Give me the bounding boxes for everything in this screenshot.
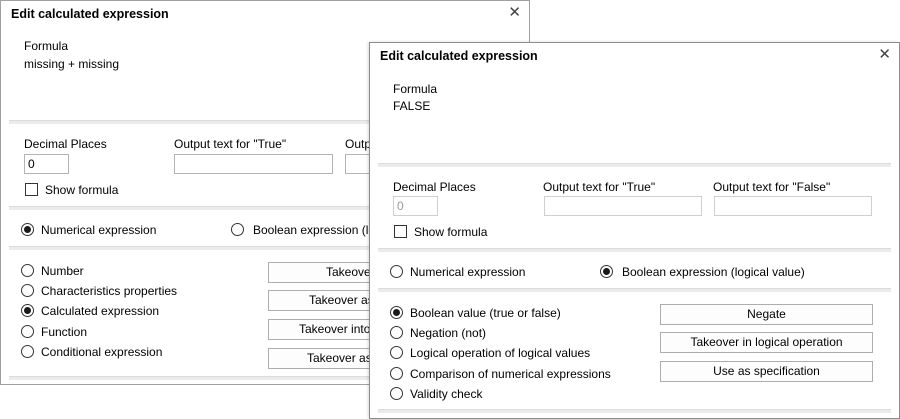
close-icon[interactable]: ✕ [878,45,891,63]
dialog-title: Edit calculated expression [11,7,169,21]
formula-label: Formula [393,82,438,96]
formula-label: Formula [24,39,69,53]
option-label: Boolean value (true or false) [410,306,561,320]
negate-button[interactable]: Negate [660,304,873,325]
output-true-label: Output text for "True" [543,180,656,194]
show-formula-label: Show formula [414,225,488,239]
option-radio[interactable] [390,387,403,400]
numerical-expression-radio[interactable] [21,223,34,236]
formula-value: FALSE [393,99,431,113]
option-radio[interactable] [21,264,34,277]
option-label: Comparison of numerical expressions [410,367,611,381]
option-label: Logical operation of logical values [410,346,591,360]
separator [378,288,891,292]
output-true-input[interactable] [174,154,333,174]
option-label: Function [41,325,88,339]
decimal-places-input[interactable]: 0 [24,154,69,174]
separator [378,409,891,413]
decimal-places-input[interactable]: 0 [393,196,438,216]
boolean-expression-radio[interactable] [600,265,613,278]
numerical-expression-label: Numerical expression [41,223,157,237]
boolean-expression-label: Boolean expression (logical value) [622,265,805,279]
show-formula-checkbox[interactable] [25,183,38,196]
option-radio[interactable] [390,367,403,380]
numerical-expression-radio[interactable] [390,265,403,278]
output-true-label: Output text for "True" [174,137,287,151]
takeover-logical-operation-button[interactable]: Takeover in logical operation [660,332,873,353]
output-false-label: Output text for "False" [713,180,831,194]
decimal-places-label: Decimal Places [393,180,476,194]
formula-value: missing + missing [24,57,120,71]
show-formula-label: Show formula [45,183,119,197]
option-radio[interactable] [390,326,403,339]
separator [378,163,891,167]
option-radio[interactable] [390,306,403,319]
separator [378,248,891,252]
option-label: Negation (not) [410,326,487,340]
output-true-input[interactable] [544,196,702,216]
option-label: Calculated expression [41,304,160,318]
option-radio[interactable] [390,346,403,359]
option-radio[interactable] [21,345,34,358]
use-as-specification-button[interactable]: Use as specification [660,361,873,382]
dialog-title: Edit calculated expression [380,49,538,63]
show-formula-checkbox[interactable] [394,225,407,238]
output-false-input[interactable] [714,196,872,216]
option-label: Validity check [410,387,483,401]
option-radio[interactable] [21,284,34,297]
option-label: Conditional expression [41,345,163,359]
boolean-expression-radio[interactable] [231,223,244,236]
close-icon[interactable]: ✕ [508,3,521,21]
option-radio[interactable] [21,304,34,317]
option-label: Characteristics properties [41,284,178,298]
option-label: Number [41,264,84,278]
decimal-places-label: Decimal Places [24,137,107,151]
edit-expression-dialog-front: Edit calculated expression ✕ Formula FAL… [369,42,900,419]
option-radio[interactable] [21,325,34,338]
numerical-expression-label: Numerical expression [410,265,526,279]
